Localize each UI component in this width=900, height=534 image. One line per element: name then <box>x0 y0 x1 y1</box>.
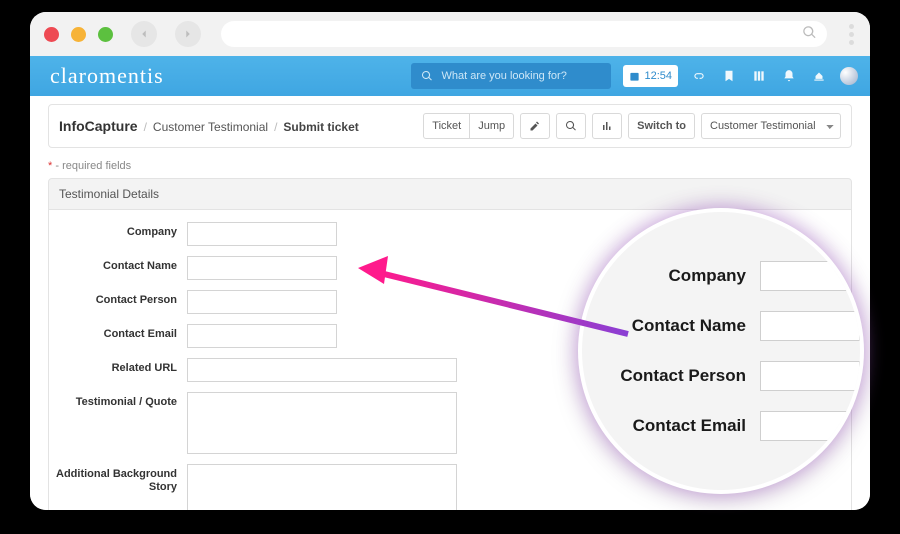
browser-menu-button[interactable] <box>847 24 856 45</box>
breadcrumb-mid[interactable]: Customer Testimonial <box>153 120 268 134</box>
story-field[interactable] <box>187 464 457 510</box>
forward-button[interactable] <box>175 21 201 47</box>
zoom-contact-name-label: Contact Name <box>610 316 760 336</box>
apps-icon[interactable] <box>752 69 766 83</box>
zoom-company-label: Company <box>610 266 760 286</box>
back-button[interactable] <box>131 21 157 47</box>
story-label: Additional Background Story <box>55 464 187 510</box>
header-icon-group <box>692 69 826 83</box>
zoom-contact-email-label: Contact Email <box>610 416 760 436</box>
search-icon <box>565 120 577 132</box>
company-label: Company <box>55 222 187 246</box>
switch-to-label: Switch to <box>628 113 695 139</box>
bell-icon[interactable] <box>782 69 796 83</box>
panel-title: Testimonial Details <box>48 178 852 210</box>
search-button[interactable] <box>556 113 586 139</box>
edit-icon <box>529 120 541 132</box>
breadcrumb: InfoCapture / Customer Testimonial / Sub… <box>59 118 359 134</box>
project-select[interactable]: Customer Testimonial <box>701 113 841 139</box>
quote-field[interactable] <box>187 392 457 454</box>
related-url-label: Related URL <box>55 358 187 382</box>
clock-widget[interactable]: 12:54 <box>623 65 678 87</box>
close-window-button[interactable] <box>44 27 59 42</box>
contact-name-label: Contact Name <box>55 256 187 280</box>
required-note: * - required fields <box>48 160 852 172</box>
compose-button[interactable] <box>520 113 550 139</box>
clock-time: 12:54 <box>644 70 672 82</box>
breadcrumb-leaf: Submit ticket <box>283 120 358 134</box>
zoom-callout: Company Contact Name Contact Person Cont… <box>582 212 860 490</box>
minimize-window-button[interactable] <box>71 27 86 42</box>
contact-person-field[interactable] <box>187 290 337 314</box>
zoom-contact-name-field <box>760 311 860 341</box>
toolbar-actions: Ticket Jump Switch to Customer Testimoni… <box>423 113 841 139</box>
contact-email-label: Contact Email <box>55 324 187 348</box>
header-search[interactable]: What are you looking for? <box>411 63 611 89</box>
zoom-contact-person-label: Contact Person <box>610 366 760 386</box>
page-toolbar: InfoCapture / Customer Testimonial / Sub… <box>48 104 852 148</box>
search-placeholder: What are you looking for? <box>441 70 566 82</box>
company-field[interactable] <box>187 222 337 246</box>
maximize-window-button[interactable] <box>98 27 113 42</box>
contact-email-field[interactable] <box>187 324 337 348</box>
zoom-contact-person-field <box>760 361 860 391</box>
address-bar[interactable] <box>221 21 827 47</box>
avatar[interactable] <box>840 67 858 85</box>
search-icon <box>421 70 433 82</box>
brand-logo: claromentis <box>50 63 164 89</box>
quote-label: Testimonial / Quote <box>55 392 187 454</box>
window-controls <box>44 27 113 42</box>
bookmark-icon[interactable] <box>722 69 736 83</box>
org-icon[interactable] <box>812 69 826 83</box>
app-header: claromentis What are you looking for? 12… <box>30 56 870 96</box>
reports-button[interactable] <box>592 113 622 139</box>
related-url-field[interactable] <box>187 358 457 382</box>
contact-name-field[interactable] <box>187 256 337 280</box>
chart-icon <box>601 120 613 132</box>
ticket-button[interactable]: Ticket <box>423 113 470 139</box>
browser-chrome <box>30 12 870 56</box>
breadcrumb-root[interactable]: InfoCapture <box>59 118 138 134</box>
contact-person-label: Contact Person <box>55 290 187 314</box>
calendar-icon <box>629 71 640 82</box>
search-icon <box>802 25 817 44</box>
link-icon[interactable] <box>692 69 706 83</box>
jump-button[interactable]: Jump <box>470 113 514 139</box>
